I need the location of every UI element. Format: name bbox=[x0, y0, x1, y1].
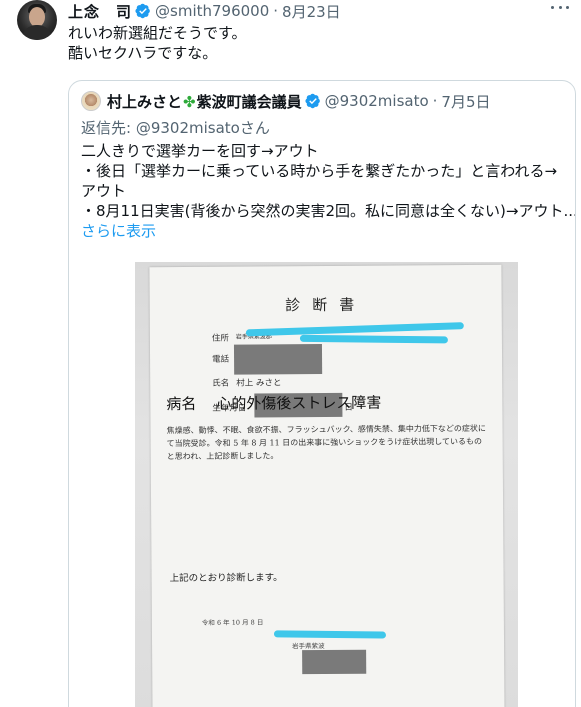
separator-dot: · bbox=[432, 92, 438, 110]
redaction-scribble bbox=[273, 630, 387, 639]
redaction-scribble bbox=[245, 322, 464, 337]
quoted-tweet-header: 村上みさと✤紫波町議会議員 @9302misato · 7月5日 bbox=[81, 91, 491, 111]
quoted-line: ・後日「選挙カーに乗っている時から手を繋ぎたかった」と言われる→ bbox=[81, 162, 558, 180]
quoted-line: アウト bbox=[81, 182, 127, 200]
separator-dot: · bbox=[273, 2, 279, 20]
phone-label: 電話 bbox=[212, 354, 230, 365]
avatar-face bbox=[29, 7, 45, 27]
tweet-text: れいわ新選組だそうです。 酷いセクハラですな。 bbox=[68, 23, 247, 63]
certificate-paper: 診断書 住所 岩手県紫波郡 電話 氏名 村上 みさと 生年月日 日 病名 心的外傷… bbox=[149, 264, 505, 707]
verified-badge-icon[interactable] bbox=[305, 93, 321, 109]
diagnosis-value: 心的外傷後ストレス障害 bbox=[216, 393, 382, 413]
name-label: 氏名 bbox=[212, 378, 230, 389]
quoted-author-avatar[interactable] bbox=[81, 91, 101, 111]
quoted-author-handle[interactable]: @9302misato bbox=[325, 92, 429, 110]
more-dot bbox=[558, 6, 562, 9]
quoted-tweet-card[interactable]: 村上みさと✤紫波町議会議員 @9302misato · 7月5日 返信先: @9… bbox=[68, 80, 576, 707]
author-avatar[interactable] bbox=[17, 0, 57, 40]
author-name[interactable]: 上念 司 bbox=[68, 1, 132, 22]
tweet-line: 酷いセクハラですな。 bbox=[68, 44, 218, 62]
redaction-scribble bbox=[299, 334, 448, 344]
redacted-block bbox=[233, 344, 323, 375]
certificate-date: 令和 6 年 10 月 8 日 bbox=[201, 618, 264, 627]
show-more-link[interactable]: さらに表示 bbox=[81, 221, 571, 241]
clinic-name: 岩手県紫波 bbox=[292, 642, 325, 651]
author-handle[interactable]: @smith796000 bbox=[155, 2, 269, 20]
redacted-block bbox=[302, 649, 367, 675]
quoted-line: ・8月11日実害(背後から突然の実害2回。私に同意は全くない)→アウト... bbox=[81, 202, 576, 220]
certificate-title: 診断書 bbox=[285, 295, 367, 315]
reply-to-label[interactable]: 返信先: @9302misatoさん bbox=[81, 118, 270, 138]
certification-text: 上記のとおり診断します。 bbox=[169, 572, 283, 585]
quoted-line: 二人きりで選挙カーを回す→アウト bbox=[81, 142, 319, 160]
name-value: 村上 みさと bbox=[236, 378, 282, 389]
medical-certificate-photo: 診断書 住所 岩手県紫波郡 電話 氏名 村上 みさと 生年月日 日 病名 心的外傷… bbox=[135, 262, 518, 707]
four-leaf-clover-icon: ✤ bbox=[183, 92, 196, 111]
quoted-tweet-date[interactable]: 7月5日 bbox=[441, 91, 490, 112]
diagnosis-label: 病名 bbox=[166, 394, 197, 414]
tweet-date[interactable]: 8月23日 bbox=[282, 1, 341, 22]
quoted-author-name[interactable]: 村上みさと✤紫波町議会議員 bbox=[107, 91, 302, 112]
more-dot bbox=[566, 6, 569, 9]
tweet-header: 上念 司 @smith796000 · 8月23日 bbox=[68, 1, 341, 21]
quoted-author-name-prefix: 村上みさと bbox=[107, 92, 183, 111]
more-dot bbox=[551, 6, 554, 9]
tweet-line: れいわ新選組だそうです。 bbox=[68, 24, 247, 42]
symptoms-text: 焦燥感、動悸、不眠、食欲不振、フラッシュバック、感情失禁、集中力低下などの症状に… bbox=[166, 423, 486, 462]
attached-photo[interactable]: 診断書 住所 岩手県紫波郡 電話 氏名 村上 みさと 生年月日 日 病名 心的外傷… bbox=[69, 249, 575, 707]
quoted-author-name-suffix: 紫波町議会議員 bbox=[196, 92, 302, 111]
more-options-icon[interactable] bbox=[551, 6, 569, 12]
quoted-tweet-text: 二人きりで選挙カーを回す→アウト ・後日「選挙カーに乗っている時から手を繋ぎたか… bbox=[81, 141, 576, 241]
address-label: 住所 bbox=[211, 333, 229, 344]
verified-badge-icon[interactable] bbox=[135, 3, 151, 19]
diagnosis: 病名 心的外傷後ストレス障害 bbox=[166, 392, 381, 415]
avatar-body bbox=[22, 25, 52, 40]
